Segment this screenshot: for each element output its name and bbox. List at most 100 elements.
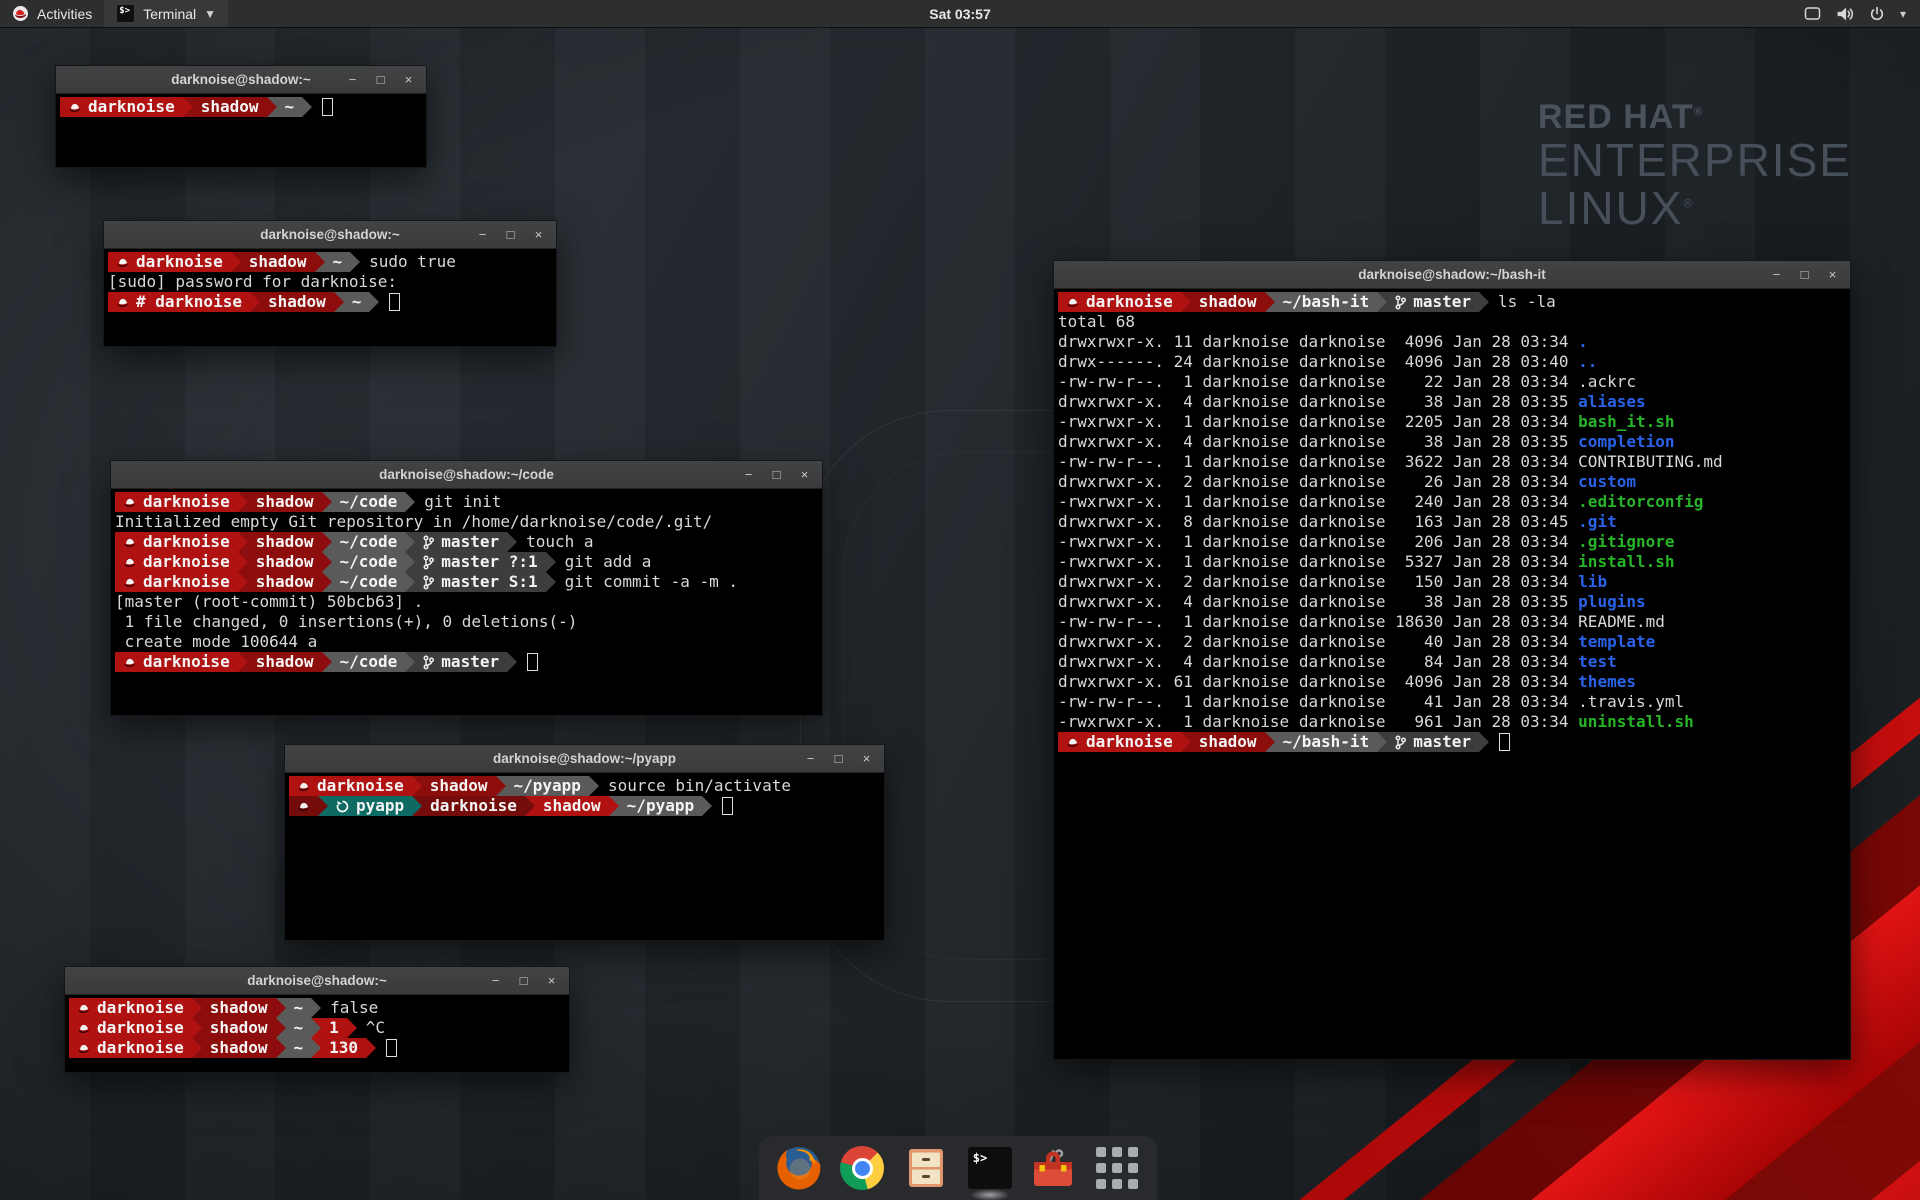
maximize-button[interactable]: □	[832, 752, 845, 765]
dock-item-app-grid[interactable]	[1092, 1143, 1142, 1193]
terminal-screen[interactable]: darknoiseshadow~sudo true[sudo] password…	[104, 249, 556, 346]
terminal-screen[interactable]: darknoiseshadow~/bash-itmasterls -latota…	[1054, 289, 1850, 1059]
terminal-output-line: 1 file changed, 0 insertions(+), 0 delet…	[115, 612, 818, 632]
terminal-output-line: -rwxrwxr-x. 1 darknoise darknoise 2205 J…	[1058, 412, 1846, 432]
volume-icon	[1836, 6, 1854, 22]
prompt-segment: 130	[321, 1038, 366, 1058]
window-titlebar[interactable]: darknoise@shadow:~/pyapp−□×	[285, 745, 884, 773]
powerline-separator-icon	[1479, 732, 1489, 752]
prompt-segment: ~	[277, 97, 303, 117]
terminal-app-icon: $>	[116, 4, 135, 23]
minimize-button[interactable]: −	[1770, 268, 1783, 281]
terminal-screen[interactable]: darknoiseshadow~/codegit initInitialized…	[111, 489, 822, 715]
window-titlebar[interactable]: darknoise@shadow:~−□×	[56, 66, 426, 94]
terminal-screen[interactable]: darknoiseshadow~/pyappsource bin/activat…	[285, 773, 884, 940]
minimize-button[interactable]: −	[346, 73, 359, 86]
powerline-separator-icon	[238, 532, 248, 552]
prompt-segment-text: ~	[352, 292, 362, 312]
maximize-button[interactable]: □	[1798, 268, 1811, 281]
maximize-button[interactable]: □	[374, 73, 387, 86]
close-button[interactable]: ×	[798, 468, 811, 481]
terminal-window: darknoise@shadow:~−□×darknoiseshadow~fal…	[64, 966, 570, 1073]
dock-item-toolbox[interactable]	[1028, 1143, 1078, 1193]
terminal-output-line: drwxrwxr-x. 4 darknoise darknoise 84 Jan…	[1058, 652, 1846, 672]
prompt-segment: ~	[286, 1018, 312, 1038]
powerline-separator-icon	[405, 552, 415, 572]
file-meta: drwxrwxr-x. 8 darknoise darknoise 163 Ja…	[1058, 512, 1578, 531]
minimize-button[interactable]: −	[804, 752, 817, 765]
terminal-screen[interactable]: darknoiseshadow~	[56, 94, 426, 167]
prompt-line: darknoiseshadow~/pyappsource bin/activat…	[289, 776, 880, 796]
prompt-segment-text: darknoise	[97, 998, 184, 1018]
command-text: touch a	[526, 532, 593, 552]
prompt-segment-text: darknoise	[1086, 732, 1173, 752]
prompt-segment: darknoise	[422, 796, 525, 816]
prompt-segment-text: darknoise	[88, 97, 175, 117]
clock[interactable]: Sat 03:57	[929, 6, 990, 22]
system-status-area[interactable]: ▾	[1790, 0, 1920, 27]
maximize-button[interactable]: □	[770, 468, 783, 481]
activities-label: Activities	[37, 6, 92, 22]
close-button[interactable]: ×	[1826, 268, 1839, 281]
dock-item-files[interactable]	[901, 1143, 951, 1193]
prompt-segment-text: shadow	[268, 292, 326, 312]
prompt-segment: darknoise	[115, 652, 238, 672]
maximize-button[interactable]: □	[504, 228, 517, 241]
window-controls: − □ ×	[742, 461, 811, 488]
windows-layer: darknoise@shadow:~−□×darknoiseshadow~dar…	[0, 0, 1920, 1200]
terminal-screen[interactable]: darknoiseshadow~falsedarknoiseshadow~1^C…	[65, 995, 569, 1072]
close-button[interactable]: ×	[402, 73, 415, 86]
terminal-output-line: drwxrwxr-x. 4 darknoise darknoise 38 Jan…	[1058, 592, 1846, 612]
window-titlebar[interactable]: darknoise@shadow:~/code−□×	[111, 461, 822, 489]
prompt-line: darknoiseshadow~/bash-itmaster	[1058, 732, 1846, 752]
minimize-button[interactable]: −	[489, 974, 502, 987]
activities-button[interactable]: Activities	[0, 0, 104, 27]
file-name: lib	[1578, 572, 1607, 591]
prompt-segment: master S:1	[415, 572, 545, 592]
terminal-output-line: drwxrwxr-x. 4 darknoise darknoise 38 Jan…	[1058, 392, 1846, 412]
minimize-button[interactable]: −	[742, 468, 755, 481]
minimize-button[interactable]: −	[476, 228, 489, 241]
powerline-separator-icon	[412, 796, 422, 816]
powerline-separator-icon	[238, 552, 248, 572]
dock-item-firefox[interactable]	[774, 1143, 824, 1193]
app-menu-button[interactable]: $> Terminal ▼	[104, 0, 228, 27]
file-meta: drwxrwxr-x. 61 darknoise darknoise 4096 …	[1058, 672, 1578, 691]
close-button[interactable]: ×	[545, 974, 558, 987]
powerline-separator-icon	[302, 97, 312, 117]
file-name: plugins	[1578, 592, 1645, 611]
powerline-separator-icon	[507, 532, 517, 552]
dock-item-terminal[interactable]: $>	[965, 1143, 1015, 1193]
maximize-button[interactable]: □	[517, 974, 530, 987]
powerline-separator-icon	[369, 292, 379, 312]
file-name: template	[1578, 632, 1655, 651]
powerline-separator-icon	[250, 292, 260, 312]
file-meta: drwxrwxr-x. 11 darknoise darknoise 4096 …	[1058, 332, 1578, 351]
close-button[interactable]: ×	[532, 228, 545, 241]
file-name: .gitignore	[1578, 532, 1674, 551]
window-titlebar[interactable]: darknoise@shadow:~−□×	[65, 967, 569, 995]
prompt-segment: ~	[344, 292, 370, 312]
powerline-separator-icon	[496, 776, 506, 796]
prompt-segment: darknoise	[69, 1018, 192, 1038]
prompt-line: darknoiseshadow~/codemaster S:1git commi…	[115, 572, 818, 592]
window-titlebar[interactable]: darknoise@shadow:~/bash-it−□×	[1054, 261, 1850, 289]
prompt-segment: 1	[321, 1018, 347, 1038]
window-titlebar[interactable]: darknoise@shadow:~−□×	[104, 221, 556, 249]
prompt-segment-text: darknoise	[97, 1018, 184, 1038]
file-meta: drwxrwxr-x. 2 darknoise darknoise 26 Jan…	[1058, 472, 1578, 491]
dock-item-chrome[interactable]	[837, 1143, 887, 1193]
powerline-separator-icon	[1479, 292, 1489, 312]
prompt-segment-text: ~/code	[340, 652, 398, 672]
prompt-segment: ~/pyapp	[506, 776, 589, 796]
file-name: themes	[1578, 672, 1636, 691]
file-name: .editorconfig	[1578, 492, 1703, 511]
prompt-segment-text: # darknoise	[136, 292, 242, 312]
branch-icon	[1395, 735, 1406, 750]
powerline-separator-icon	[1377, 292, 1387, 312]
prompt-segment-text: shadow	[210, 1018, 268, 1038]
prompt-segment: ~/pyapp	[619, 796, 702, 816]
close-button[interactable]: ×	[860, 752, 873, 765]
redhat-icon	[123, 537, 136, 548]
redhat-icon	[123, 657, 136, 668]
